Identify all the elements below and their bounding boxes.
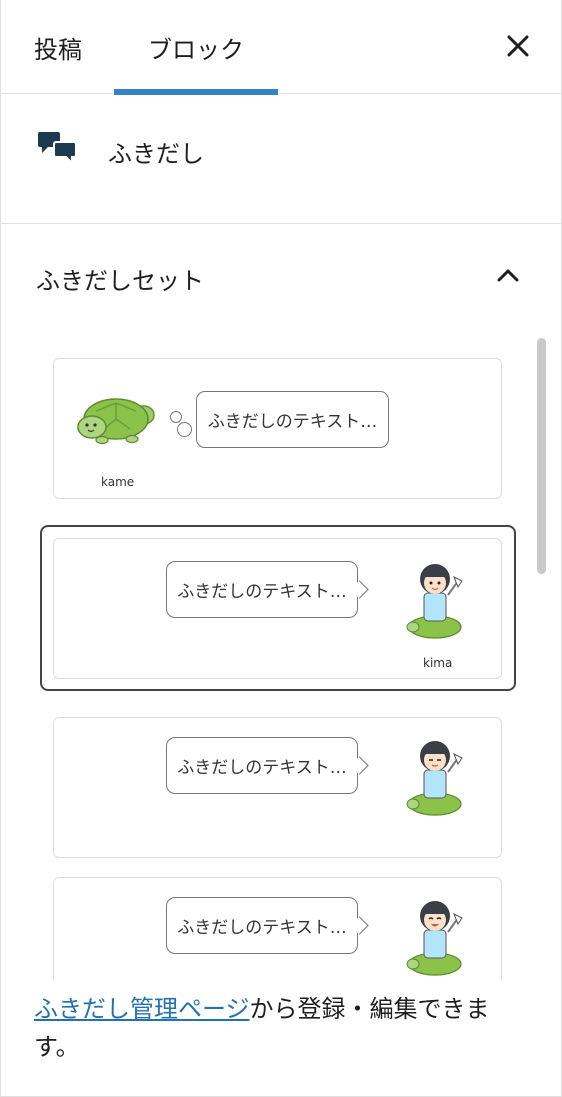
- balloon-text: ふきだしのテキスト…: [196, 391, 389, 448]
- close-icon[interactable]: [500, 28, 536, 64]
- block-title: ふきだし: [108, 140, 204, 168]
- tab-post[interactable]: 投稿: [14, 0, 102, 94]
- balloon-set-item[interactable]: kame ふきだしのテキスト…: [53, 358, 502, 499]
- character-name: kame: [101, 475, 135, 489]
- balloon-set-item[interactable]: ふきだしのテキスト…: [53, 877, 502, 980]
- scrollbar-thumb[interactable]: [537, 338, 546, 574]
- speech-bubbles-icon: [38, 132, 77, 166]
- panel-title: ふきだしセット: [36, 267, 204, 295]
- block-card: ふきだし: [0, 94, 562, 224]
- balloon-set-item[interactable]: ふきだしのテキスト…: [53, 717, 502, 858]
- thought-dot: [177, 422, 192, 437]
- balloon-text: ふきだしのテキスト…: [166, 897, 358, 954]
- tab-block-label: ブロック: [148, 35, 244, 64]
- character-name: kima: [423, 656, 453, 670]
- balloon-text: ふきだしのテキスト…: [166, 561, 358, 618]
- thought-dot: [170, 411, 182, 423]
- panel-toggle-balloon-set[interactable]: ふきだしセット: [0, 225, 562, 325]
- girl-on-turtle-avatar: [406, 901, 463, 976]
- balloon-text: ふきだしのテキスト…: [166, 737, 358, 794]
- balloon-set-item[interactable]: ふきだしのテキスト… kima: [53, 538, 502, 679]
- girl-on-turtle-avatar: [406, 564, 463, 639]
- balloon-admin-link[interactable]: ふきだし管理ページ: [34, 995, 250, 1023]
- girl-on-turtle-avatar: [406, 741, 463, 816]
- sidebar-tabs: 投稿 ブロック: [0, 0, 562, 95]
- tab-block[interactable]: ブロック: [114, 0, 278, 95]
- chevron-up-icon: [497, 269, 519, 282]
- balloon-set-list[interactable]: kame ふきだしのテキスト… ふきだしのテキスト… kima ふきだしのテキス…: [0, 330, 562, 980]
- footer-note: ふきだし管理ページから登録・編集できます。: [34, 990, 534, 1066]
- tab-post-label: 投稿: [34, 35, 82, 64]
- turtle-avatar: [77, 398, 155, 445]
